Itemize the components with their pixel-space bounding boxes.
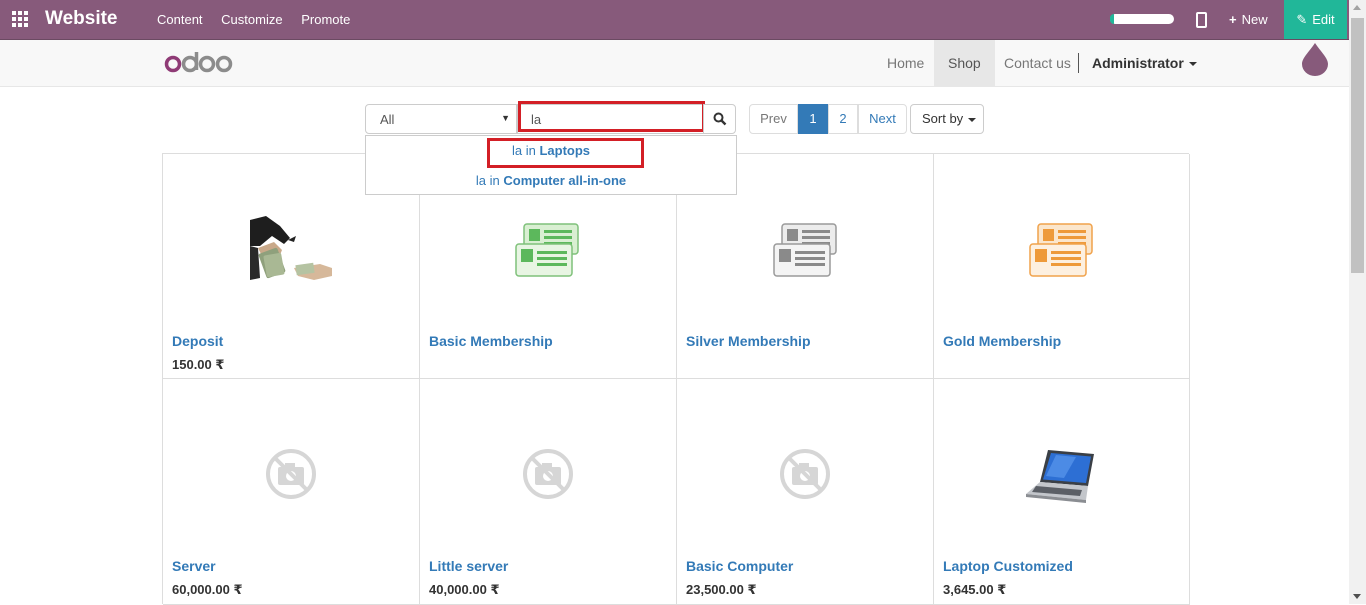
pager-prev[interactable]: Prev bbox=[749, 104, 798, 134]
scroll-up-icon[interactable] bbox=[1353, 5, 1361, 10]
nav-divider bbox=[1078, 53, 1079, 73]
user-name: Administrator bbox=[1092, 55, 1184, 71]
product-price: 3,645.00 ₹ bbox=[943, 582, 1007, 597]
membership-card-grey-icon bbox=[773, 223, 837, 277]
nav-contact-us[interactable]: Contact us bbox=[990, 40, 1085, 86]
no-image-icon bbox=[266, 449, 316, 499]
product-card[interactable]: Laptop Customized 3,645.00 ₹ bbox=[934, 379, 1190, 605]
menu-promote[interactable]: Promote bbox=[301, 12, 350, 27]
scrollbar-thumb[interactable] bbox=[1351, 18, 1364, 273]
highlight-box-suggestion bbox=[487, 138, 644, 168]
product-image[interactable] bbox=[163, 379, 419, 549]
mobile-preview-icon[interactable] bbox=[1196, 12, 1207, 28]
new-button-label: New bbox=[1241, 12, 1268, 27]
menu-content[interactable]: Content bbox=[157, 12, 203, 27]
odoo-drop-icon bbox=[1301, 42, 1329, 79]
suggestion-term: la bbox=[475, 173, 486, 188]
product-price: 23,500.00 ₹ bbox=[686, 582, 757, 597]
app-title: Website bbox=[45, 8, 118, 29]
plus-icon: + bbox=[1229, 12, 1237, 27]
no-image-icon bbox=[780, 449, 830, 499]
suggestion-category: Computer all-in-one bbox=[503, 173, 627, 188]
highlight-box-search bbox=[518, 101, 705, 132]
no-image-icon bbox=[523, 449, 573, 499]
membership-card-orange-icon bbox=[1029, 223, 1093, 277]
suggestion-sep: in bbox=[489, 173, 500, 188]
money-hands-icon bbox=[250, 216, 332, 282]
product-card[interactable]: Basic Computer 23,500.00 ₹ bbox=[677, 379, 934, 605]
category-select-value: All bbox=[380, 112, 395, 127]
nav-home[interactable]: Home bbox=[871, 40, 940, 86]
suggestion-computer-all-in-one[interactable]: la in Computer all-in-one bbox=[366, 173, 736, 188]
product-name[interactable]: Basic Computer bbox=[686, 558, 793, 574]
product-card[interactable]: Server 60,000.00 ₹ bbox=[163, 379, 420, 605]
product-name[interactable]: Gold Membership bbox=[943, 333, 1061, 349]
sort-by-label: Sort by bbox=[922, 111, 964, 126]
edit-button[interactable]: ✎ Edit bbox=[1284, 0, 1347, 39]
category-select[interactable]: All ▼ bbox=[365, 104, 517, 134]
product-price: 40,000.00 ₹ bbox=[429, 582, 500, 597]
product-image[interactable] bbox=[420, 379, 676, 549]
new-button[interactable]: + New bbox=[1229, 12, 1268, 27]
product-card[interactable]: Little server 40,000.00 ₹ bbox=[420, 379, 677, 605]
product-name[interactable]: Little server bbox=[429, 558, 508, 574]
pager-next[interactable]: Next bbox=[858, 104, 907, 134]
pencil-icon: ✎ bbox=[1296, 12, 1308, 27]
product-card[interactable]: Gold Membership bbox=[934, 154, 1190, 379]
search-icon bbox=[713, 112, 727, 126]
product-name[interactable]: Silver Membership bbox=[686, 333, 811, 349]
product-name[interactable]: Server bbox=[172, 558, 216, 574]
product-name[interactable]: Laptop Customized bbox=[943, 558, 1073, 574]
user-menu[interactable]: Administrator bbox=[1092, 40, 1197, 86]
product-name[interactable]: Basic Membership bbox=[429, 333, 553, 349]
laptop-icon bbox=[1026, 450, 1094, 503]
select-arrow-icon: ▼ bbox=[501, 113, 510, 123]
product-image[interactable] bbox=[934, 379, 1189, 549]
membership-card-green-icon bbox=[515, 223, 579, 277]
edit-button-label: Edit bbox=[1312, 12, 1335, 27]
product-image[interactable] bbox=[677, 379, 933, 549]
caret-down-icon bbox=[968, 117, 977, 122]
product-grid: Deposit 150.00 ₹ Basic Membership Silver… bbox=[162, 153, 1190, 605]
caret-down-icon bbox=[1188, 62, 1197, 67]
product-name[interactable]: Deposit bbox=[172, 333, 223, 349]
nav-shop[interactable]: Shop bbox=[934, 40, 995, 86]
menu-customize[interactable]: Customize bbox=[221, 12, 282, 27]
admin-topbar: Website Content Customize Promote + New ✎… bbox=[0, 0, 1349, 40]
odoo-logo[interactable] bbox=[163, 50, 233, 79]
apps-grid-icon[interactable] bbox=[12, 11, 29, 28]
pager-page-1[interactable]: 1 bbox=[798, 104, 828, 134]
product-price: 150.00 ₹ bbox=[172, 357, 225, 372]
search-button[interactable] bbox=[703, 104, 736, 134]
sort-by-dropdown[interactable]: Sort by bbox=[910, 104, 984, 134]
page-scrollbar[interactable] bbox=[1349, 0, 1366, 604]
product-image[interactable] bbox=[934, 154, 1189, 324]
website-progress-bar bbox=[1110, 14, 1174, 24]
pager-page-2[interactable]: 2 bbox=[828, 104, 858, 134]
scroll-down-icon[interactable] bbox=[1353, 594, 1361, 599]
product-price: 60,000.00 ₹ bbox=[172, 582, 243, 597]
top-menu: Content Customize Promote bbox=[157, 12, 365, 27]
